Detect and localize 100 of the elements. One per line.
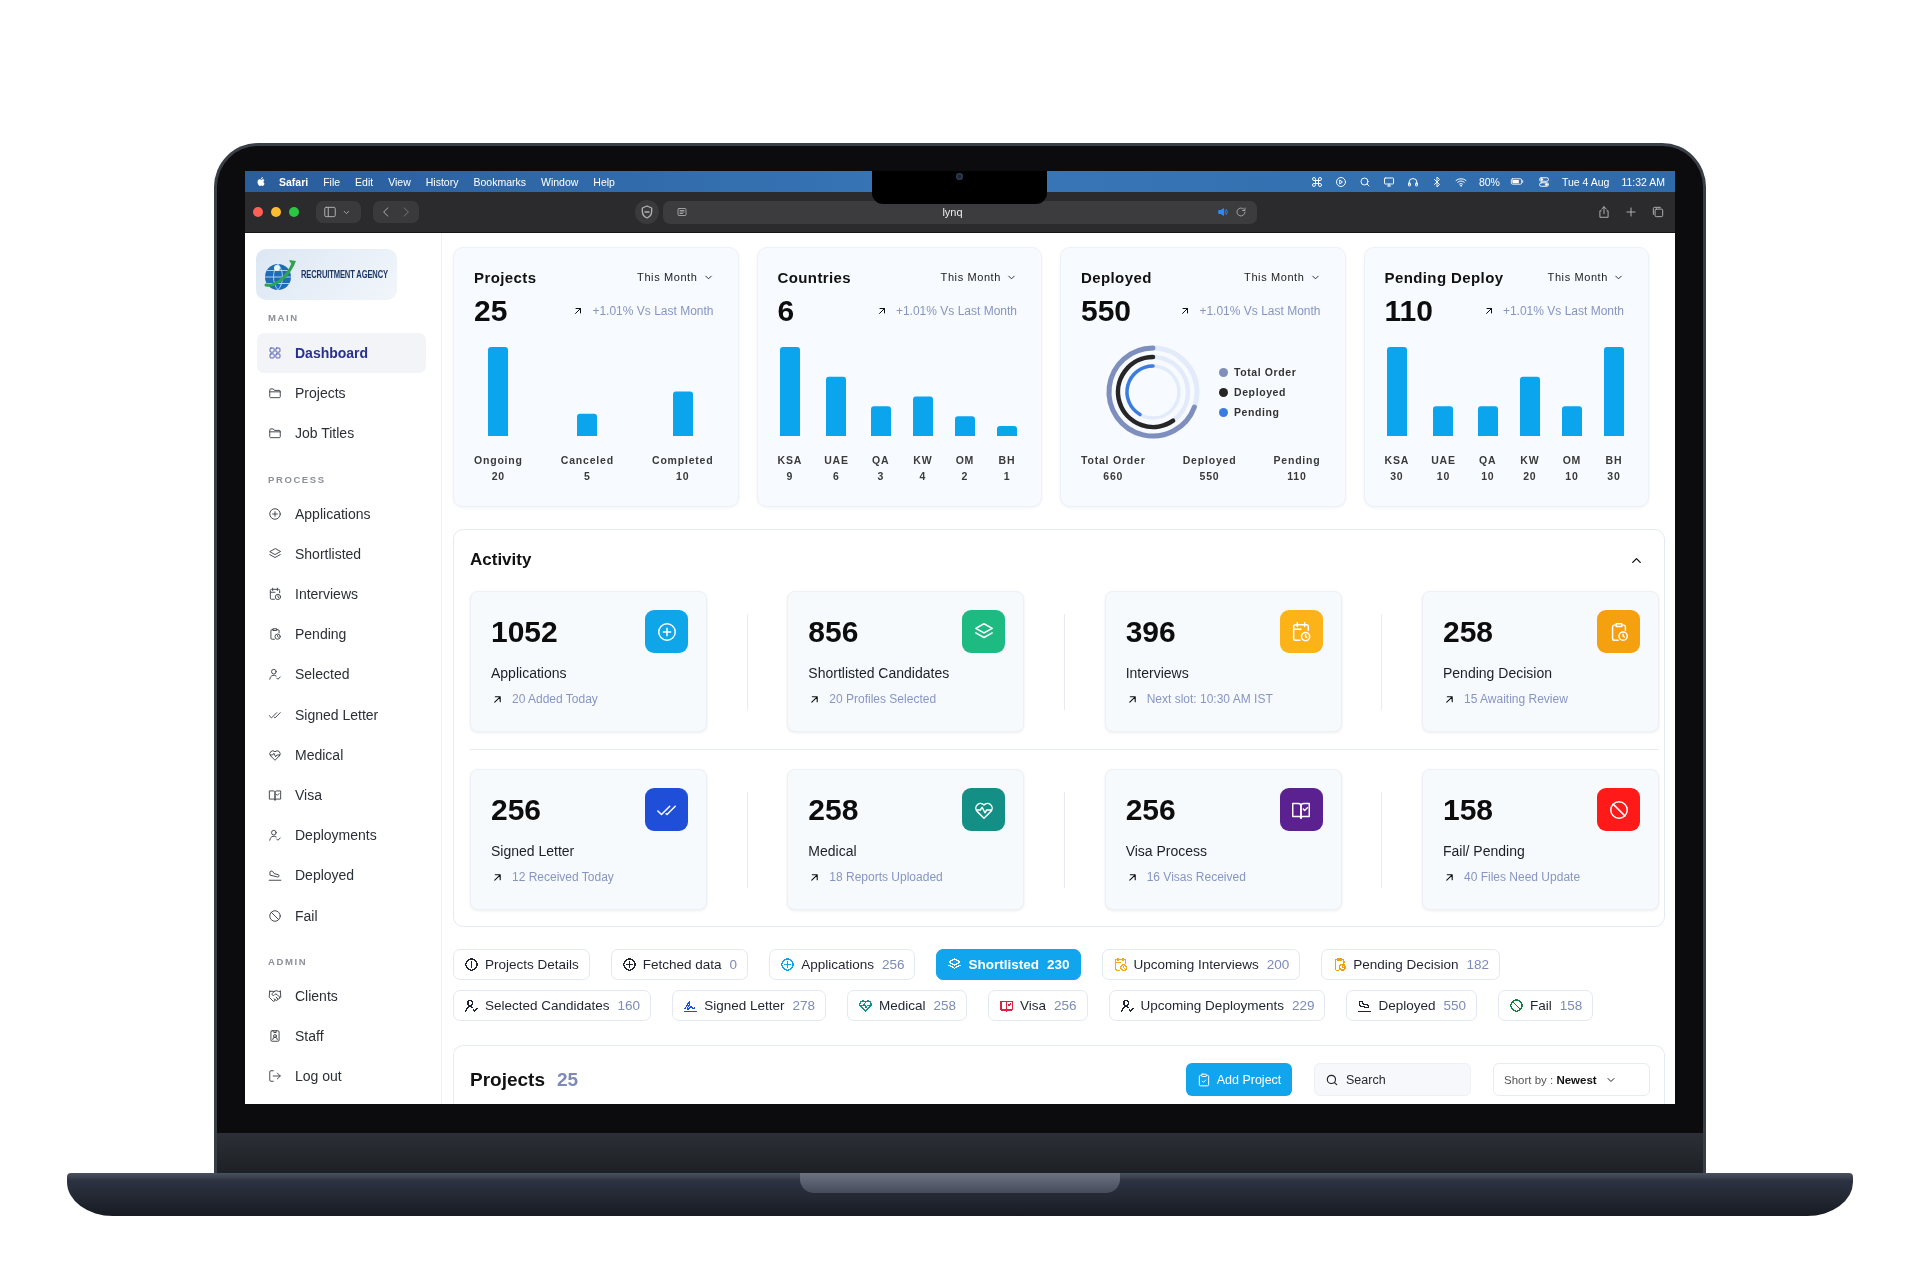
period-dropdown[interactable]: This Month xyxy=(1547,271,1624,283)
page-icon[interactable] xyxy=(676,206,688,218)
nav-item[interactable]: Interviews xyxy=(257,573,426,615)
menu-item[interactable]: Safari xyxy=(279,175,309,188)
nav-item[interactable]: Projects xyxy=(257,373,426,414)
nav-item[interactable]: Deployments xyxy=(257,815,426,856)
nav-item[interactable]: Dashboard xyxy=(257,333,426,374)
zoom-window-button[interactable] xyxy=(289,207,299,217)
filter-chip[interactable]: Applications 256 xyxy=(769,949,916,980)
period-dropdown[interactable]: This Month xyxy=(637,271,714,283)
menu-item[interactable]: Help xyxy=(593,175,615,188)
axis-label: Ongoing xyxy=(474,453,523,467)
speaker-icon[interactable] xyxy=(1217,206,1229,218)
filter-chip[interactable]: Fail 158 xyxy=(1498,990,1594,1021)
nav-item[interactable]: Staff xyxy=(257,1015,426,1056)
value-label: 3 xyxy=(877,469,885,483)
user-check-icon xyxy=(268,667,282,682)
apple-icon[interactable] xyxy=(256,176,267,187)
control-center-icon[interactable] xyxy=(1537,175,1550,188)
nav-item[interactable]: Job Titles xyxy=(257,413,426,454)
nav-item[interactable]: Fail xyxy=(257,895,426,936)
period-dropdown[interactable]: This Month xyxy=(940,271,1017,283)
section-label: MAIN xyxy=(268,312,300,324)
sort-dropdown[interactable]: Short by : Newest xyxy=(1493,1063,1650,1096)
grid-icon xyxy=(268,346,282,361)
nav-item[interactable]: Applications xyxy=(257,493,426,534)
activity-note: 15 Awaiting Review xyxy=(1464,692,1568,706)
tabs-icon[interactable] xyxy=(1651,205,1665,219)
trend-text: +1.01% Vs Last Month xyxy=(1199,304,1321,318)
chart-bar xyxy=(1433,406,1454,436)
filter-chip[interactable]: Deployed 550 xyxy=(1346,990,1477,1021)
stat-value: 6 xyxy=(777,293,795,329)
filter-chip[interactable]: Visa 256 xyxy=(988,990,1088,1021)
nav-item[interactable]: Visa xyxy=(257,774,426,816)
legend-label: Deployed xyxy=(1234,386,1287,398)
activity-value: 258 xyxy=(1443,613,1494,650)
display-icon[interactable] xyxy=(1382,175,1395,188)
folder-icon xyxy=(268,386,282,401)
plus-icon[interactable] xyxy=(1624,205,1638,219)
logo-text: RECRUITMENT AGENCY xyxy=(301,269,388,280)
minimize-window-button[interactable] xyxy=(271,207,281,217)
nav-item[interactable]: Signed Letter xyxy=(257,694,426,735)
filter-chip[interactable]: Pending Decision 182 xyxy=(1321,949,1500,980)
share-icon[interactable] xyxy=(1597,205,1611,219)
filter-chip[interactable]: Selected Candidates 160 xyxy=(453,990,652,1021)
reload-icon[interactable] xyxy=(1235,206,1247,218)
search-field[interactable]: Search xyxy=(1314,1063,1471,1096)
chart-bar xyxy=(577,413,598,436)
value-label: 30 xyxy=(1607,469,1621,483)
sidebar-button[interactable] xyxy=(316,201,361,223)
menu-item[interactable]: History xyxy=(425,175,459,188)
play-circle-icon[interactable] xyxy=(1334,175,1347,188)
address-bar[interactable]: lynq xyxy=(663,200,1257,224)
axis-label: OM xyxy=(955,453,975,467)
chip-count: 160 xyxy=(617,998,641,1013)
section-title: Activity xyxy=(470,550,532,570)
close-window-button[interactable] xyxy=(253,207,263,217)
sidebar-icon xyxy=(323,205,337,219)
value-label: 10 xyxy=(1565,469,1579,483)
activity-value: 1052 xyxy=(491,613,558,650)
chip-count: 182 xyxy=(1466,957,1489,972)
chip-count: 229 xyxy=(1291,998,1315,1013)
menu-item[interactable]: File xyxy=(323,175,341,188)
nav-item[interactable]: Medical xyxy=(257,734,426,775)
logo[interactable]: RECRUITMENT AGENCY xyxy=(256,249,397,300)
filter-chip[interactable]: Signed Letter 278 xyxy=(672,990,826,1021)
address-text: lynq xyxy=(941,206,964,218)
menu-item[interactable]: View xyxy=(388,175,411,188)
nav-item[interactable]: Log out xyxy=(257,1056,426,1097)
nav-item[interactable]: Clients xyxy=(257,975,426,1016)
period-dropdown[interactable]: This Month xyxy=(1244,271,1321,283)
chip-count: 278 xyxy=(792,998,815,1013)
id-badge-icon xyxy=(268,1028,282,1043)
section-label: ADMIN xyxy=(268,955,309,968)
filter-chip[interactable]: Projects Details xyxy=(453,949,590,980)
menu-time: 11:32 AM xyxy=(1621,175,1665,188)
filter-chip[interactable]: Upcoming Deployments 229 xyxy=(1108,990,1326,1021)
menu-item[interactable]: Window xyxy=(540,175,579,188)
nav-item[interactable]: Pending xyxy=(257,614,426,655)
command-icon[interactable] xyxy=(1310,175,1323,188)
filter-chip[interactable]: Fetched data 0 xyxy=(610,949,749,980)
nav-item[interactable]: Shortlisted xyxy=(257,533,426,574)
plane-landing-icon xyxy=(268,868,282,883)
value-label: 6 xyxy=(833,469,840,483)
menu-item[interactable]: Bookmarks xyxy=(473,175,526,188)
chart-bar xyxy=(672,391,693,436)
handshake-icon xyxy=(268,988,282,1003)
menu-item[interactable]: Edit xyxy=(355,175,374,188)
nav-item[interactable]: Deployed xyxy=(257,855,426,896)
globe-icon xyxy=(264,257,298,292)
value-label: 10 xyxy=(676,469,690,483)
axis-label: KW xyxy=(913,453,933,467)
filter-chip[interactable]: Medical 258 xyxy=(846,990,968,1021)
search-icon[interactable] xyxy=(1358,175,1371,188)
filter-chip[interactable]: Upcoming Interviews 200 xyxy=(1101,949,1301,980)
nav-item[interactable]: Selected xyxy=(257,654,426,695)
wifi-icon[interactable] xyxy=(1454,175,1467,188)
shield-icon[interactable] xyxy=(635,200,659,224)
headphones-icon[interactable] xyxy=(1406,175,1419,188)
chip-count: 230 xyxy=(1046,957,1070,972)
